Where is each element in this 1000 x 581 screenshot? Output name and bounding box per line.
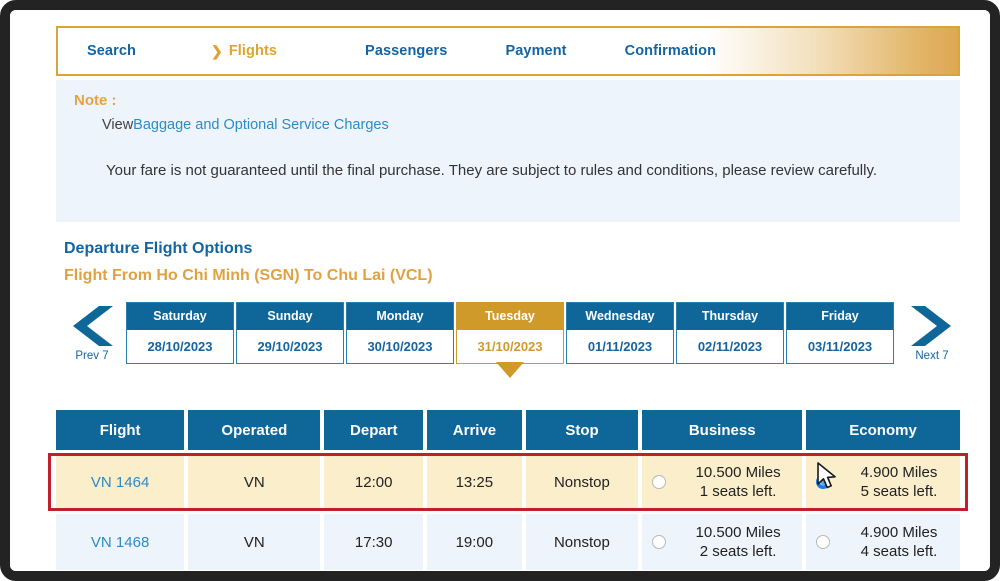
flight-number-cell: VN 1468 bbox=[56, 514, 184, 570]
next-7-label: Next 7 bbox=[915, 350, 948, 362]
day-tab-sunday[interactable]: Sunday 29/10/2023 bbox=[236, 302, 344, 364]
operated-cell: VN bbox=[188, 454, 320, 510]
route-title: Flight From Ho Chi Minh (SGN) To Chu Lai… bbox=[64, 267, 433, 285]
business-fare-seats: 1 seats left. bbox=[700, 482, 777, 502]
column-header-business: Business bbox=[642, 410, 802, 450]
column-header-operated: Operated bbox=[188, 410, 320, 450]
chevron-left-icon bbox=[69, 304, 115, 348]
day-tab-name: Wednesday bbox=[567, 303, 673, 330]
economy-fare-seats: 4 seats left. bbox=[861, 542, 938, 562]
table-header-row: Flight Operated Depart Arrive Stop Busin… bbox=[56, 410, 960, 450]
day-tab-monday[interactable]: Monday 30/10/2023 bbox=[346, 302, 454, 364]
day-tab-name: Friday bbox=[787, 303, 893, 330]
day-tab-date: 31/10/2023 bbox=[457, 330, 563, 363]
business-fare-text: 10.500 Miles 1 seats left. bbox=[674, 463, 802, 502]
economy-fare-cell[interactable]: 4.900 Miles 4 seats left. bbox=[806, 514, 960, 570]
business-fare-cell[interactable]: 10.500 Miles 1 seats left. bbox=[642, 454, 802, 510]
economy-fare-radio[interactable] bbox=[816, 475, 830, 489]
business-fare-miles: 10.500 Miles bbox=[696, 463, 781, 483]
business-fare-text: 10.500 Miles 2 seats left. bbox=[674, 523, 802, 562]
table-row[interactable]: VN 1468 VN 17:30 19:00 Nonstop 10.500 Mi… bbox=[56, 514, 960, 570]
day-tab-name: Thursday bbox=[677, 303, 783, 330]
business-fare-seats: 2 seats left. bbox=[700, 542, 777, 562]
business-fare-cell[interactable]: 10.500 Miles 2 seats left. bbox=[642, 514, 802, 570]
stop-cell: Nonstop bbox=[526, 514, 638, 570]
depart-cell: 12:00 bbox=[324, 454, 423, 510]
column-header-arrive: Arrive bbox=[427, 410, 522, 450]
step-confirmation[interactable]: Confirmation bbox=[625, 43, 716, 59]
step-search[interactable]: Search bbox=[87, 43, 136, 59]
depart-cell: 17:30 bbox=[324, 514, 423, 570]
stop-cell: Nonstop bbox=[526, 454, 638, 510]
day-tab-name: Tuesday bbox=[457, 303, 563, 330]
note-view-prefix: View bbox=[102, 117, 133, 133]
economy-fare-radio[interactable] bbox=[816, 535, 830, 549]
day-tab-name: Sunday bbox=[237, 303, 343, 330]
economy-fare-miles: 4.900 Miles bbox=[861, 463, 938, 483]
arrive-cell: 13:25 bbox=[427, 454, 522, 510]
day-tab-date: 01/11/2023 bbox=[567, 330, 673, 363]
economy-fare-miles: 4.900 Miles bbox=[861, 523, 938, 543]
economy-fare-cell[interactable]: 4.900 Miles 5 seats left. bbox=[806, 454, 960, 510]
step-flights-label: Flights bbox=[229, 43, 277, 59]
date-selector-strip: Prev 7 Saturday 28/10/2023 Sunday 29/10/… bbox=[64, 302, 960, 388]
day-tab-date: 29/10/2023 bbox=[237, 330, 343, 363]
day-tab-thursday[interactable]: Thursday 02/11/2023 bbox=[676, 302, 784, 364]
day-tab-name: Saturday bbox=[127, 303, 233, 330]
chevron-right-small-icon: ❯ bbox=[211, 44, 223, 58]
next-7-days-button[interactable]: Next 7 bbox=[904, 302, 960, 362]
business-fare-radio[interactable] bbox=[652, 475, 666, 489]
arrive-cell: 19:00 bbox=[427, 514, 522, 570]
prev-7-label: Prev 7 bbox=[75, 350, 108, 362]
flight-number-link[interactable]: VN 1468 bbox=[91, 534, 149, 551]
step-passengers[interactable]: Passengers bbox=[365, 43, 447, 59]
prev-7-days-button[interactable]: Prev 7 bbox=[64, 302, 120, 362]
business-fare-radio[interactable] bbox=[652, 535, 666, 549]
flight-number-link[interactable]: VN 1464 bbox=[91, 474, 149, 491]
day-tab-date: 02/11/2023 bbox=[677, 330, 783, 363]
column-header-stop: Stop bbox=[526, 410, 638, 450]
note-title: Note : bbox=[74, 92, 942, 109]
flight-number-cell: VN 1464 bbox=[56, 454, 184, 510]
business-fare-miles: 10.500 Miles bbox=[696, 523, 781, 543]
day-tab-tuesday-selected[interactable]: Tuesday 31/10/2023 bbox=[456, 302, 564, 364]
note-body-text: Your fare is not guaranteed until the fi… bbox=[106, 159, 942, 183]
day-tab-saturday[interactable]: Saturday 28/10/2023 bbox=[126, 302, 234, 364]
economy-fare-seats: 5 seats left. bbox=[861, 482, 938, 502]
step-payment[interactable]: Payment bbox=[505, 43, 566, 59]
table-row[interactable]: VN 1464 VN 12:00 13:25 Nonstop 10.500 Mi… bbox=[56, 454, 960, 510]
day-tab-wednesday[interactable]: Wednesday 01/11/2023 bbox=[566, 302, 674, 364]
day-tab-date: 28/10/2023 bbox=[127, 330, 233, 363]
day-tab-friday[interactable]: Friday 03/11/2023 bbox=[786, 302, 894, 364]
day-tab-name: Monday bbox=[347, 303, 453, 330]
operated-cell: VN bbox=[188, 514, 320, 570]
day-tab-date: 30/10/2023 bbox=[347, 330, 453, 363]
booking-step-bar: Search ❯ Flights Passengers Payment Conf… bbox=[56, 26, 960, 76]
column-header-flight: Flight bbox=[56, 410, 184, 450]
day-tab-date: 03/11/2023 bbox=[787, 330, 893, 363]
economy-fare-text: 4.900 Miles 4 seats left. bbox=[838, 523, 960, 562]
chevron-right-icon bbox=[909, 304, 955, 348]
economy-fare-text: 4.900 Miles 5 seats left. bbox=[838, 463, 960, 502]
booking-page: Search ❯ Flights Passengers Payment Conf… bbox=[10, 10, 990, 571]
column-header-economy: Economy bbox=[806, 410, 960, 450]
note-link-line: ViewBaggage and Optional Service Charges bbox=[102, 115, 942, 137]
baggage-charges-link[interactable]: Baggage and Optional Service Charges bbox=[133, 117, 389, 133]
screenshot-frame: Search ❯ Flights Passengers Payment Conf… bbox=[0, 0, 1000, 581]
flight-results-table: Flight Operated Depart Arrive Stop Busin… bbox=[56, 410, 960, 570]
selected-day-pointer-icon bbox=[496, 362, 524, 378]
column-header-depart: Depart bbox=[324, 410, 423, 450]
step-flights[interactable]: ❯ Flights bbox=[211, 43, 277, 59]
note-panel: Note : ViewBaggage and Optional Service … bbox=[56, 80, 960, 222]
departure-flight-options-title: Departure Flight Options bbox=[64, 240, 252, 258]
